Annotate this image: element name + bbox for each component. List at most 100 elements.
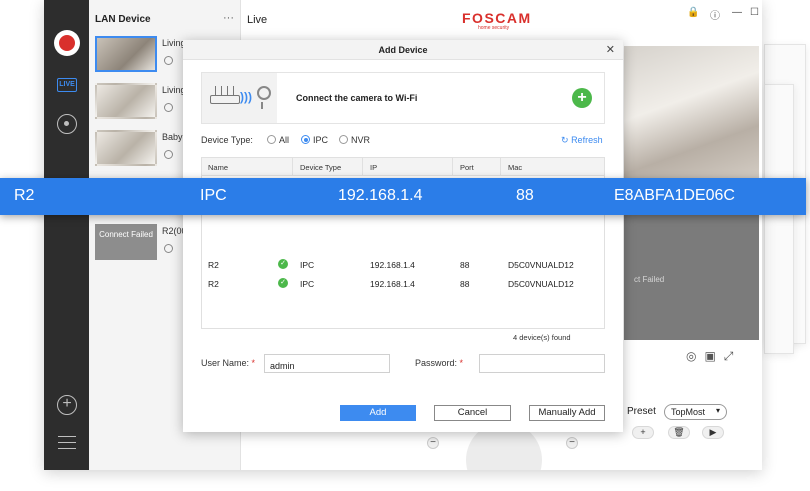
refresh-label: Refresh bbox=[571, 135, 603, 145]
required-marker: * bbox=[251, 358, 256, 368]
highlighted-device-row[interactable]: R2 IPC 192.168.1.4 88 E8ABFA1DE06C bbox=[0, 178, 806, 215]
check-icon: ✓ bbox=[278, 278, 288, 288]
highlight-name: R2 bbox=[14, 187, 35, 204]
brand-logo: FOSCAM bbox=[462, 10, 532, 26]
brand-tagline: home security bbox=[478, 25, 510, 31]
manually-add-button[interactable]: Manually Add bbox=[529, 405, 605, 421]
playback-reel-icon[interactable] bbox=[57, 114, 77, 134]
dialog-header: Add Device ✕ bbox=[183, 40, 623, 60]
radio-all[interactable]: All bbox=[267, 135, 289, 145]
column-header: Name bbox=[208, 163, 229, 172]
menu-icon[interactable] bbox=[58, 436, 76, 449]
connect-failed-thumbnail: Connect Failed bbox=[95, 224, 157, 260]
link-icon[interactable] bbox=[164, 244, 173, 253]
add-device-dialog: Add Device ✕ ))) Connect the camera to W… bbox=[183, 40, 623, 432]
info-icon[interactable]: ⓘ bbox=[710, 7, 720, 22]
radio-dot bbox=[267, 135, 276, 144]
settings-icon[interactable] bbox=[164, 56, 173, 65]
add-button[interactable]: Add bbox=[340, 405, 416, 421]
refresh-button[interactable]: ↻ Refresh bbox=[561, 135, 603, 146]
radio-label: IPC bbox=[313, 135, 329, 145]
device-panel-title: LAN Device bbox=[95, 14, 151, 25]
device-type-label: Device Type: bbox=[201, 135, 253, 145]
delete-preset-icon[interactable]: 🗑 bbox=[668, 426, 690, 439]
radio-label: All bbox=[279, 135, 290, 145]
settings-icon[interactable] bbox=[164, 150, 173, 159]
radio-label: NVR bbox=[351, 135, 371, 145]
column-divider bbox=[452, 158, 453, 176]
background-window bbox=[764, 84, 794, 354]
preset-label: Preset bbox=[627, 406, 656, 417]
radio-dot bbox=[339, 135, 348, 144]
lock-icon[interactable]: 🔒 bbox=[687, 7, 699, 18]
add-device-icon[interactable]: + bbox=[57, 395, 77, 415]
column-divider bbox=[292, 158, 293, 176]
table-row[interactable]: R2 ✓ IPC 192.168.1.4 88 D5C0VNUALD12 bbox=[202, 256, 604, 274]
radio-nvr[interactable]: NVR bbox=[339, 135, 370, 145]
add-wifi-camera-button[interactable]: + bbox=[572, 88, 592, 108]
camera-icon bbox=[257, 86, 271, 109]
radio-dot-selected bbox=[301, 135, 310, 144]
wifi-setup-card[interactable]: ))) Connect the camera to Wi-Fi + bbox=[201, 72, 605, 124]
cell-ip: 192.168.1.4 bbox=[370, 260, 415, 270]
cell-port: 88 bbox=[460, 260, 470, 270]
add-preset-button[interactable]: + bbox=[632, 426, 654, 439]
required-marker: * bbox=[459, 358, 464, 368]
live-view-icon[interactable]: LIVE bbox=[57, 78, 77, 92]
table-row[interactable]: R2 ✓ IPC 192.168.1.4 88 D5C0VNUALD12 bbox=[202, 275, 604, 293]
highlight-mac: E8ABFA1DE06C bbox=[614, 187, 735, 204]
live-tab-title: Live bbox=[247, 14, 268, 26]
play-preset-button[interactable]: ▶ bbox=[702, 426, 724, 439]
refresh-icon: ↻ bbox=[561, 135, 569, 145]
connect-failed-text: ct Failed bbox=[634, 275, 665, 284]
column-header: Port bbox=[460, 163, 474, 172]
foscam-logo-icon[interactable] bbox=[54, 30, 80, 56]
cell-ip: 192.168.1.4 bbox=[370, 279, 415, 289]
cell-type: IPC bbox=[300, 260, 315, 270]
dialog-title: Add Device bbox=[378, 45, 428, 55]
minimize-icon[interactable]: — bbox=[732, 7, 742, 18]
maximize-icon[interactable]: ☐ bbox=[750, 7, 759, 18]
radio-ipc[interactable]: IPC bbox=[301, 135, 328, 145]
device-thumbnail bbox=[95, 83, 157, 119]
settings-icon[interactable] bbox=[164, 103, 173, 112]
device-thumbnail bbox=[95, 130, 157, 166]
focus-out-button[interactable]: − bbox=[566, 437, 578, 449]
device-name: Living bbox=[162, 85, 186, 95]
check-icon: ✓ bbox=[278, 259, 288, 269]
device-name: Living bbox=[162, 38, 186, 48]
wifi-illustration: ))) bbox=[202, 73, 277, 123]
preset-select[interactable]: TopMost bbox=[664, 404, 727, 420]
left-sidebar: LIVE + bbox=[44, 0, 89, 470]
highlight-ip: 192.168.1.4 bbox=[338, 187, 423, 204]
screen: LIVE + LAN Device ··· Living Living Baby bbox=[0, 0, 810, 491]
device-thumbnail bbox=[95, 36, 157, 72]
cell-name: R2 bbox=[208, 279, 219, 289]
wifi-setup-text: Connect the camera to Wi-Fi bbox=[296, 93, 418, 103]
more-options-button[interactable]: ··· bbox=[223, 12, 234, 24]
cancel-button[interactable]: Cancel bbox=[434, 405, 511, 421]
column-header: IP bbox=[370, 163, 378, 172]
devices-found-count: 4 device(s) found bbox=[513, 333, 571, 342]
username-input[interactable] bbox=[264, 354, 390, 373]
column-header: Mac bbox=[508, 163, 523, 172]
column-divider bbox=[362, 158, 363, 176]
cell-mac: D5C0VNUALD12 bbox=[508, 279, 574, 289]
username-label: User Name: * bbox=[201, 358, 255, 368]
router-icon bbox=[210, 86, 240, 104]
cell-name: R2 bbox=[208, 260, 219, 270]
password-label: Password: * bbox=[415, 358, 463, 368]
view-controls[interactable]: ◎▣⤢ bbox=[686, 349, 741, 364]
column-divider bbox=[500, 158, 501, 176]
close-icon[interactable]: ✕ bbox=[606, 43, 615, 56]
highlight-port: 88 bbox=[516, 187, 534, 204]
cell-type: IPC bbox=[300, 279, 315, 289]
highlight-type: IPC bbox=[200, 187, 227, 204]
wifi-waves-icon: ))) bbox=[240, 90, 252, 104]
zoom-out-button[interactable]: − bbox=[427, 437, 439, 449]
column-header: Device Type bbox=[300, 163, 342, 172]
cell-port: 88 bbox=[460, 279, 470, 289]
password-input[interactable] bbox=[479, 354, 605, 373]
username-label-text: User Name: bbox=[201, 358, 250, 368]
device-name: Baby bbox=[162, 132, 183, 142]
